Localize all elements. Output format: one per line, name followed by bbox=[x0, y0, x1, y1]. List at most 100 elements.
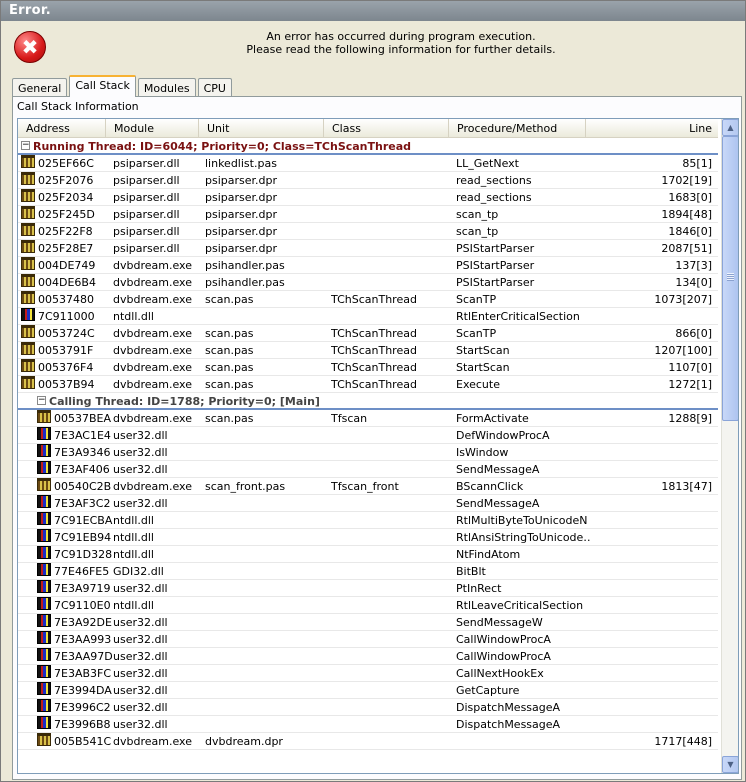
scroll-up-icon[interactable]: ▲ bbox=[722, 119, 738, 136]
error-dialog: Error. ✖ An error has occurred during pr… bbox=[0, 0, 746, 782]
system-icon bbox=[37, 597, 51, 610]
cell-unit: dvbdream.dpr bbox=[205, 735, 283, 748]
stack-row[interactable]: 00537B94 dvbdream.exe scan.pas TChScanThrea… bbox=[18, 376, 718, 393]
call-stack-panel: Call Stack Information Address Module Un… bbox=[12, 96, 742, 780]
stack-row[interactable]: 005376F4 dvbdream.exe scan.pas TChScanThrea… bbox=[18, 359, 718, 376]
stack-row[interactable]: 00537480 dvbdream.exe scan.pas TChScanThrea… bbox=[18, 291, 718, 308]
cell-unit: psihandler.pas bbox=[205, 276, 285, 289]
stack-row[interactable]: 7E3AA993 user32.dll CallWindowProcA bbox=[18, 631, 718, 648]
collapse-icon[interactable]: − bbox=[37, 396, 46, 405]
stack-row[interactable]: 025EF66C psiparser.dll linkedlist.pas LL_Ge… bbox=[18, 155, 718, 172]
stack-row[interactable]: 004DE6B4 dvbdream.exe psihandler.pas PSISta… bbox=[18, 274, 718, 291]
scroll-thumb[interactable] bbox=[722, 136, 738, 421]
cell-procedure: PSIStartParser bbox=[456, 276, 535, 289]
stack-row[interactable]: 00537BEA dvbdream.exe scan.pas Tfscan FormAc… bbox=[18, 410, 718, 427]
cell-procedure: Execute bbox=[456, 378, 500, 391]
cell-class: TChScanThread bbox=[331, 327, 417, 340]
system-icon bbox=[37, 529, 51, 542]
unit-icon bbox=[21, 325, 35, 338]
stack-row[interactable]: 025F2034 psiparser.dll psiparser.dpr read_s… bbox=[18, 189, 718, 206]
unit-icon bbox=[37, 733, 51, 746]
stack-row[interactable]: 025F22F8 psiparser.dll psiparser.dpr scan_t… bbox=[18, 223, 718, 240]
cell-address: 7C91ECBA bbox=[54, 514, 113, 527]
stack-row[interactable]: 025F245D psiparser.dll psiparser.dpr scan_t… bbox=[18, 206, 718, 223]
stack-row[interactable]: 7E3A9346 user32.dll IsWindow bbox=[18, 444, 718, 461]
stack-row[interactable]: 7E3994DA user32.dll GetCapture bbox=[18, 682, 718, 699]
tab-modules[interactable]: Modules bbox=[137, 78, 196, 98]
error-message-line1: An error has occurred during program exe… bbox=[266, 30, 536, 43]
cell-unit: psiparser.dpr bbox=[205, 242, 278, 255]
stack-row[interactable]: 00540C2B dvbdream.exe scan_front.pas Tfscan… bbox=[18, 478, 718, 495]
collapse-icon[interactable]: − bbox=[21, 141, 30, 150]
cell-address: 005B541C bbox=[54, 735, 112, 748]
stack-row[interactable]: 7E3AB3FC user32.dll CallNextHookEx bbox=[18, 665, 718, 682]
cell-module: user32.dll bbox=[113, 497, 168, 510]
stack-row[interactable]: 7C911000 ntdll.dll RtlEnterCriticalSection bbox=[18, 308, 718, 325]
cell-procedure: StartScan bbox=[456, 361, 510, 374]
column-address[interactable]: Address bbox=[18, 119, 106, 138]
unit-icon bbox=[37, 478, 51, 491]
stack-row[interactable]: 77E46FE5 GDI32.dll BitBlt bbox=[18, 563, 718, 580]
cell-class: TChScanThread bbox=[331, 378, 417, 391]
stack-row[interactable]: 025F28E7 psiparser.dll psiparser.dpr PSISta… bbox=[18, 240, 718, 257]
stack-row[interactable]: 7C91EB94 ntdll.dll RtlAnsiStringToUnicode… bbox=[18, 529, 718, 546]
tab-general[interactable]: General bbox=[12, 78, 68, 98]
stack-row[interactable]: 7E3996C2 user32.dll DispatchMessageA bbox=[18, 699, 718, 716]
cell-procedure: LL_GetNext bbox=[456, 157, 519, 170]
cell-unit: psihandler.pas bbox=[205, 259, 285, 272]
cell-unit: scan.pas bbox=[205, 378, 254, 391]
system-icon bbox=[37, 512, 51, 525]
stack-row[interactable]: 7E3AC1E4 user32.dll DefWindowProcA bbox=[18, 427, 718, 444]
tab-cpu[interactable]: CPU bbox=[197, 78, 232, 98]
cell-line: 1272[1] bbox=[668, 378, 712, 391]
cell-address: 0053791F bbox=[38, 344, 94, 357]
stack-row[interactable]: 7C91ECBA ntdll.dll RtlMultiByteToUnicodeN bbox=[18, 512, 718, 529]
cell-line: 1288[9] bbox=[668, 412, 712, 425]
cell-line: 2087[51] bbox=[661, 242, 712, 255]
stack-row[interactable]: 7C9110E0 ntdll.dll RtlLeaveCriticalSection bbox=[18, 597, 718, 614]
cell-line: 1717[448] bbox=[654, 735, 712, 748]
cell-procedure: ScanTP bbox=[456, 327, 497, 340]
column-module[interactable]: Module bbox=[106, 119, 199, 138]
cell-line: 137[3] bbox=[675, 259, 712, 272]
cell-line: 134[0] bbox=[675, 276, 712, 289]
column-class[interactable]: Class bbox=[324, 119, 449, 138]
unit-icon bbox=[21, 257, 35, 270]
cell-address: 77E46FE5 bbox=[54, 565, 110, 578]
system-icon bbox=[37, 699, 51, 712]
cell-class: TChScanThread bbox=[331, 361, 417, 374]
column-unit[interactable]: Unit bbox=[199, 119, 324, 138]
call-stack-tree[interactable]: Address Module Unit Class Procedure/Meth… bbox=[17, 118, 739, 774]
tab-call-stack[interactable]: Call Stack bbox=[69, 75, 136, 97]
stack-row[interactable]: 7E3A92DE user32.dll SendMessageW bbox=[18, 614, 718, 631]
scroll-down-icon[interactable]: ▼ bbox=[722, 756, 738, 773]
calling-thread-header[interactable]: − Calling Thread: ID=1788; Priority=0; [M… bbox=[18, 393, 718, 410]
stack-row[interactable]: 7E3A9719 user32.dll PtInRect bbox=[18, 580, 718, 597]
column-procedure[interactable]: Procedure/Method bbox=[449, 119, 586, 138]
cell-address: 7E3A9346 bbox=[54, 446, 111, 459]
cell-address: 7C9110E0 bbox=[54, 599, 111, 612]
cell-unit: psiparser.dpr bbox=[205, 174, 278, 187]
stack-row[interactable]: 0053791F dvbdream.exe scan.pas TChScanThrea… bbox=[18, 342, 718, 359]
cell-module: GDI32.dll bbox=[113, 565, 164, 578]
cell-procedure: FormActivate bbox=[456, 412, 529, 425]
stack-row[interactable]: 7E3AF3C2 user32.dll SendMessageA bbox=[18, 495, 718, 512]
stack-row[interactable]: 004DE749 dvbdream.exe psihandler.pas PSISta… bbox=[18, 257, 718, 274]
stack-row[interactable]: 7E3AF406 user32.dll SendMessageA bbox=[18, 461, 718, 478]
cell-address: 7E3994DA bbox=[54, 684, 112, 697]
cell-class: TChScanThread bbox=[331, 293, 417, 306]
stack-row[interactable]: 7E3996B8 user32.dll DispatchMessageA bbox=[18, 716, 718, 733]
stack-row[interactable]: 005B541C dvbdream.exe dvbdream.dpr 1717[448… bbox=[18, 733, 718, 750]
stack-row[interactable]: 7C91D328 ntdll.dll NtFindAtom bbox=[18, 546, 718, 563]
error-icon: ✖ bbox=[14, 31, 46, 63]
stack-row[interactable]: 7E3AA97D user32.dll CallWindowProcA bbox=[18, 648, 718, 665]
column-line[interactable]: Line bbox=[586, 119, 718, 138]
vertical-scrollbar[interactable]: ▲ ▼ bbox=[721, 119, 738, 773]
cell-address: 025F22F8 bbox=[38, 225, 93, 238]
cell-address: 00537BEA bbox=[54, 412, 112, 425]
running-thread-header[interactable]: − Running Thread: ID=6044; Priority=0; Cl… bbox=[18, 138, 718, 155]
stack-row[interactable]: 025F2076 psiparser.dll psiparser.dpr read_s… bbox=[18, 172, 718, 189]
cell-procedure: RtlLeaveCriticalSection bbox=[456, 599, 584, 612]
system-icon bbox=[37, 546, 51, 559]
stack-row[interactable]: 0053724C dvbdream.exe scan.pas TChScanThrea… bbox=[18, 325, 718, 342]
